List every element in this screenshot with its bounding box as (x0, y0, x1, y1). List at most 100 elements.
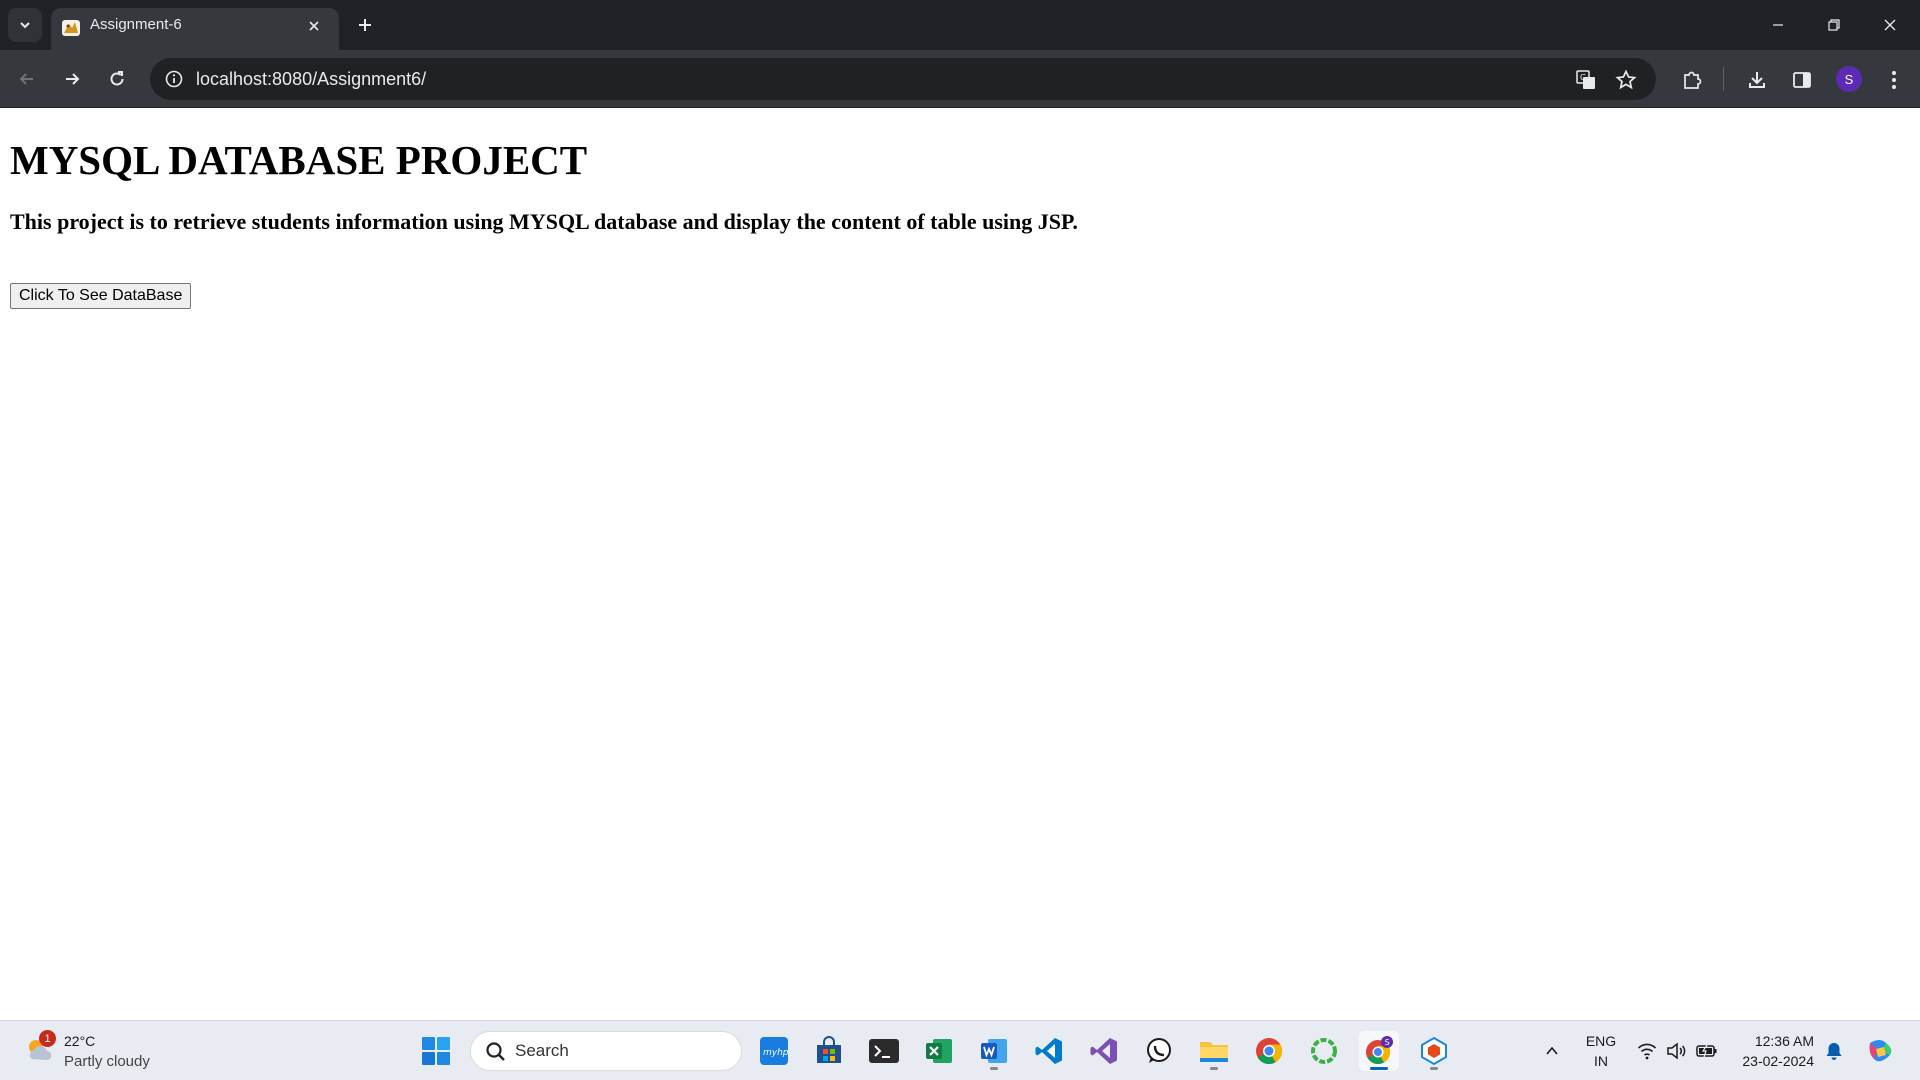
notifications-button[interactable] (1822, 1039, 1846, 1063)
tomcat-favicon-icon (62, 20, 80, 36)
forward-button[interactable] (54, 61, 90, 97)
whatsapp-icon (1147, 1038, 1171, 1063)
page-title: MYSQL DATABASE PROJECT (10, 137, 588, 183)
plus-icon (359, 19, 371, 31)
taskbar-app-vscode[interactable] (1029, 1031, 1069, 1071)
side-panel-icon (1793, 72, 1811, 88)
downloads-button[interactable] (1742, 65, 1772, 95)
terminal-icon (869, 1039, 899, 1063)
puzzle-icon (1684, 71, 1702, 89)
info-icon (165, 70, 183, 88)
restore-icon (1828, 19, 1840, 31)
more-vertical-icon (1892, 71, 1896, 89)
microsoft-store-icon (817, 1036, 841, 1063)
site-info-button[interactable] (160, 65, 188, 93)
address-bar[interactable]: localhost:8080/Assignment6/ G (150, 58, 1656, 100)
tab-title: Assignment-6 (90, 16, 182, 33)
page-description: This project is to retrieve students inf… (10, 209, 1078, 234)
input-language-indicator[interactable]: ENG IN (1580, 1031, 1622, 1071)
windows-taskbar: 1 22°C Partly cloudy Search myhp S ENG I… (0, 1020, 1920, 1080)
taskbar-app-whatsapp[interactable] (1139, 1031, 1179, 1071)
profile-avatar[interactable]: S (1836, 66, 1862, 92)
close-window-button[interactable] (1862, 0, 1918, 50)
chevron-down-icon (20, 22, 30, 29)
chrome-icon (1256, 1038, 1283, 1065)
taskbar-app-chrome[interactable] (1249, 1031, 1289, 1071)
taskbar-app-excel[interactable] (919, 1031, 959, 1071)
battery-charging-icon (1696, 1044, 1717, 1058)
system-clock[interactable]: 12:36 AM 23-02-2024 (1726, 1031, 1814, 1071)
taskbar-app-word[interactable] (974, 1031, 1014, 1071)
taskbar-app-myhp[interactable]: myhp (754, 1031, 794, 1071)
weather-temperature: 22°C (64, 1033, 96, 1049)
taskbar-app-store[interactable] (809, 1031, 849, 1071)
svg-text:myhp: myhp (763, 1048, 789, 1058)
weather-condition: Partly cloudy (64, 1053, 150, 1070)
wifi-icon (1637, 1043, 1657, 1060)
weather-widget[interactable]: 1 22°C Partly cloudy (18, 1029, 168, 1073)
url-text[interactable]: localhost:8080/Assignment6/ (196, 58, 426, 100)
toolbar-separator (1723, 67, 1724, 91)
minimize-button[interactable] (1750, 0, 1806, 50)
network-button[interactable] (1635, 1039, 1659, 1063)
minimize-icon (1773, 24, 1783, 26)
chrome-profile-badge: S (1385, 1038, 1390, 1047)
search-icon (486, 1042, 505, 1061)
taskbar-app-chrome-profile[interactable]: S (1359, 1031, 1399, 1071)
browser-toolbar: localhost:8080/Assignment6/ G S (0, 50, 1920, 108)
green-ring-icon (1311, 1038, 1337, 1064)
close-icon (309, 21, 319, 31)
taskbar-search-box[interactable]: Search (470, 1031, 742, 1071)
language-code: ENG (1585, 1033, 1617, 1049)
taskbar-app-terminal[interactable] (864, 1031, 904, 1071)
web-page: MYSQL DATABASE PROJECT This project is t… (0, 108, 1920, 1020)
browser-menu-button[interactable] (1879, 65, 1909, 95)
see-database-button[interactable]: Click To See DataBase (10, 283, 192, 309)
arrow-left-icon (19, 73, 33, 85)
taskbar-app-cube[interactable] (1414, 1031, 1454, 1071)
browser-tab-strip: Assignment-6 (0, 0, 1920, 50)
language-region: IN (1594, 1053, 1608, 1069)
windows-start-button[interactable] (420, 1035, 452, 1067)
side-panel-button[interactable] (1787, 65, 1817, 95)
running-indicator (1430, 1067, 1438, 1070)
bookmark-button[interactable] (1613, 67, 1639, 93)
close-icon (1884, 19, 1896, 31)
taskbar-search-placeholder: Search (515, 1041, 569, 1060)
volume-button[interactable] (1664, 1039, 1688, 1063)
active-indicator (1370, 1067, 1388, 1070)
speaker-icon (1667, 1042, 1686, 1060)
bell-icon (1826, 1043, 1842, 1060)
translate-button[interactable]: G (1573, 67, 1599, 93)
taskbar-app-ring[interactable] (1304, 1031, 1344, 1071)
arrow-right-icon (66, 73, 80, 85)
visual-studio-icon (1090, 1038, 1117, 1064)
tab-close-button[interactable] (303, 15, 325, 37)
word-icon (981, 1039, 1007, 1063)
new-tab-button[interactable] (352, 10, 378, 40)
show-hidden-icons-button[interactable] (1540, 1039, 1564, 1063)
running-indicator (990, 1067, 998, 1070)
folder-icon (1200, 1042, 1228, 1062)
copilot-button[interactable] (1864, 1035, 1896, 1067)
download-icon (1749, 72, 1765, 88)
taskbar-app-visual-studio[interactable] (1084, 1031, 1124, 1071)
reload-button[interactable] (99, 61, 135, 97)
translate-icon: G (1576, 70, 1595, 89)
restore-button[interactable] (1806, 0, 1862, 50)
running-indicator (1210, 1067, 1218, 1070)
excel-icon (926, 1039, 952, 1063)
taskbar-app-file-explorer[interactable] (1194, 1031, 1234, 1071)
clock-time: 12:36 AM (1754, 1033, 1814, 1049)
vscode-icon (1035, 1038, 1062, 1064)
back-button[interactable] (9, 61, 45, 97)
tab-search-button[interactable] (8, 8, 42, 42)
reload-icon (110, 71, 124, 86)
extensions-button[interactable] (1677, 65, 1707, 95)
cube-app-icon (1421, 1036, 1447, 1066)
tab-assignment-6[interactable]: Assignment-6 (51, 8, 339, 50)
battery-button[interactable] (1695, 1039, 1719, 1063)
clock-date: 23-02-2024 (1742, 1053, 1814, 1069)
star-icon (1615, 69, 1637, 90)
chrome-profile-icon: S (1366, 1036, 1393, 1065)
